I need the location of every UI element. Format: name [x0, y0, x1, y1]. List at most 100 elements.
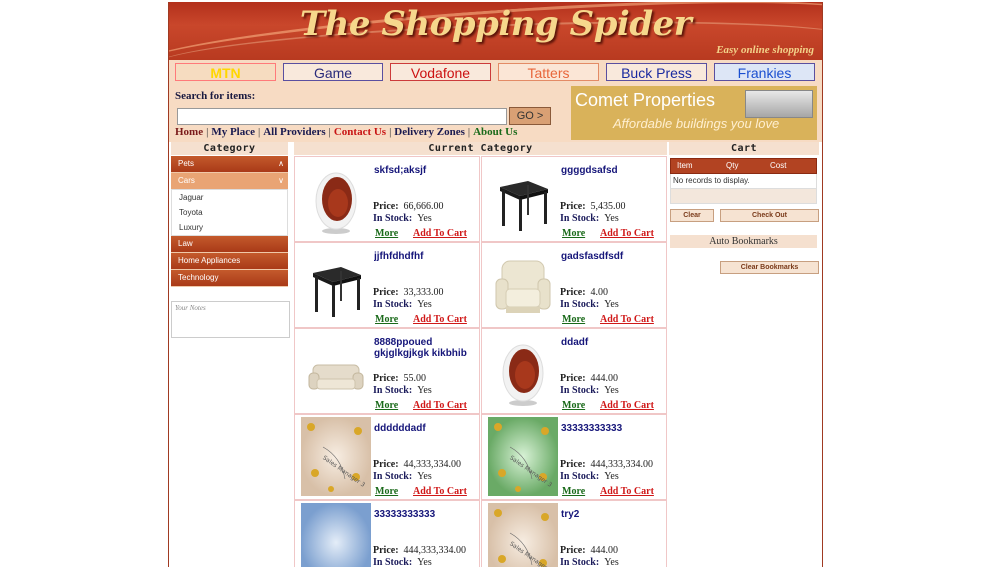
nav-contact-link[interactable]: Contact Us — [334, 126, 386, 138]
cart-column-cost[interactable]: Cost — [770, 159, 786, 173]
provider-game-button[interactable]: Game — [283, 63, 383, 81]
black-table-image[interactable] — [488, 163, 558, 236]
armchair-image[interactable] — [488, 249, 558, 322]
stock-value: Yes — [604, 213, 619, 224]
sofa-image[interactable] — [301, 335, 371, 408]
product-name[interactable]: gadsfasdfsdf — [561, 251, 665, 277]
product-name[interactable]: ddadf — [561, 337, 665, 363]
product-card: skfsd;aksjf Price: 66,666.00 In Stock: Yes… — [294, 156, 480, 242]
product-name[interactable]: ddddddadf — [374, 423, 478, 449]
provider-vodafone-button[interactable]: Vodafone — [390, 63, 491, 81]
price-value: 33,333.00 — [403, 287, 444, 298]
product-name[interactable]: 33333333333 — [561, 423, 665, 449]
category-header: Category — [171, 142, 288, 155]
cart-column-qty[interactable]: Qty — [726, 159, 738, 173]
category-home-appliances[interactable]: Home Appliances — [171, 253, 288, 270]
price-value: 55.00 — [403, 373, 427, 384]
product-name[interactable]: ggggdsafsd — [561, 165, 665, 191]
black-table-image[interactable] — [301, 249, 371, 322]
price-value: 5,435.00 — [590, 201, 626, 212]
add-to-cart-link[interactable]: Add To Cart — [600, 486, 654, 497]
price-label: Price: — [373, 459, 399, 470]
stock-value: Yes — [417, 213, 432, 224]
category-label: Pets — [178, 159, 195, 168]
nav-home-link[interactable]: Home — [175, 126, 203, 138]
more-link[interactable]: More — [375, 400, 398, 411]
product-price: Price: 66,666.00 — [373, 201, 444, 212]
clear-bookmarks-button[interactable]: Clear Bookmarks — [720, 261, 819, 274]
product-name[interactable]: 8888ppoued gkjglkgjkgk kikbhib — [374, 337, 478, 363]
category-label: Cars — [178, 176, 195, 185]
stock-value: Yes — [417, 471, 432, 482]
product-price: Price: 444.00 — [560, 373, 618, 384]
chevron-up-icon: ∧ — [278, 159, 284, 168]
product-card: Sales Manager 3 try2 Price: 444.00 In Stock… — [481, 500, 667, 567]
nav-separator: | — [328, 126, 331, 138]
product-stock: In Stock: Yes — [373, 471, 432, 482]
more-link[interactable]: More — [375, 228, 398, 239]
more-link[interactable]: More — [562, 400, 585, 411]
comet-properties-ad[interactable]: Comet Properties Affordable buildings yo… — [571, 86, 817, 140]
product-price: Price: 55.00 — [373, 373, 426, 384]
search-go-button[interactable]: GO > — [509, 107, 551, 125]
product-name[interactable]: 33333333333 — [374, 509, 478, 535]
category-pets[interactable]: Pets ∧ — [171, 156, 288, 173]
price-value: 4.00 — [590, 287, 609, 298]
add-to-cart-link[interactable]: Add To Cart — [600, 314, 654, 325]
stock-value: Yes — [604, 471, 619, 482]
sales-manager-image[interactable]: Sales Manager 3 — [301, 417, 371, 496]
product-name[interactable]: jjfhfdhdfhf — [374, 251, 478, 277]
product-stock: In Stock: Yes — [373, 557, 432, 567]
price-value: 444,333,334.00 — [590, 459, 654, 470]
more-link[interactable]: More — [562, 228, 585, 239]
checkout-button[interactable]: Check Out — [720, 209, 819, 222]
add-to-cart-link[interactable]: Add To Cart — [413, 228, 467, 239]
add-to-cart-link[interactable]: Add To Cart — [600, 400, 654, 411]
add-to-cart-link[interactable]: Add To Cart — [413, 314, 467, 325]
nav-about-link[interactable]: About Us — [473, 126, 517, 138]
provider-buck-press-button[interactable]: Buck Press — [606, 63, 707, 81]
submenu-item-jaguar[interactable]: Jaguar — [172, 190, 287, 205]
category-technology[interactable]: Technology — [171, 270, 288, 287]
stock-label: In Stock: — [373, 385, 413, 396]
stock-label: In Stock: — [373, 557, 413, 567]
search-input[interactable] — [177, 108, 507, 125]
category-law[interactable]: Law — [171, 236, 288, 253]
provider-frankies-button[interactable]: Frankies — [714, 63, 815, 81]
cart-column-item[interactable]: Item — [677, 159, 693, 173]
price-value: 444,333,334.00 — [403, 545, 467, 556]
stock-label: In Stock: — [560, 471, 600, 482]
site-banner[interactable]: The Shopping Spider Easy online shopping — [169, 2, 822, 60]
add-to-cart-link[interactable]: Add To Cart — [600, 228, 654, 239]
price-label: Price: — [560, 201, 586, 212]
nav-my-place-link[interactable]: My Place — [211, 126, 255, 138]
stock-label: In Stock: — [373, 299, 413, 310]
product-name[interactable]: try2 — [561, 509, 665, 535]
egg-chair-image[interactable] — [488, 335, 558, 408]
more-link[interactable]: More — [562, 314, 585, 325]
notes-textarea[interactable]: Your Notes — [171, 301, 290, 338]
product-price: Price: 33,333.00 — [373, 287, 444, 298]
site-tagline: Easy online shopping — [716, 44, 814, 56]
more-link[interactable]: More — [562, 486, 585, 497]
more-link[interactable]: More — [375, 486, 398, 497]
submenu-item-luxury[interactable]: Luxury — [172, 220, 287, 235]
provider-tatters-button[interactable]: Tatters — [498, 63, 599, 81]
category-cars[interactable]: Cars ∨ — [171, 173, 288, 189]
sales-manager-green-image[interactable]: Sales Manager 3 — [488, 417, 558, 496]
nav-all-providers-link[interactable]: All Providers — [263, 126, 325, 138]
more-link[interactable]: More — [375, 314, 398, 325]
product-name[interactable]: skfsd;aksjf — [374, 165, 478, 191]
nav-delivery-link[interactable]: Delivery Zones — [394, 126, 465, 138]
product-price: Price: 444.00 — [560, 545, 618, 556]
cart-clear-button[interactable]: Clear — [670, 209, 714, 222]
egg-chair-image[interactable] — [301, 163, 371, 236]
sales-manager-image[interactable]: Sales Manager 3 — [488, 503, 558, 567]
provider-mtn-button[interactable]: MTN — [175, 63, 276, 81]
house-image — [745, 90, 813, 118]
cart-table-header: Item Qty Cost — [670, 158, 817, 174]
add-to-cart-link[interactable]: Add To Cart — [413, 486, 467, 497]
submenu-item-toyota[interactable]: Toyota — [172, 205, 287, 220]
blue-gradient-image[interactable] — [301, 503, 371, 567]
add-to-cart-link[interactable]: Add To Cart — [413, 400, 467, 411]
